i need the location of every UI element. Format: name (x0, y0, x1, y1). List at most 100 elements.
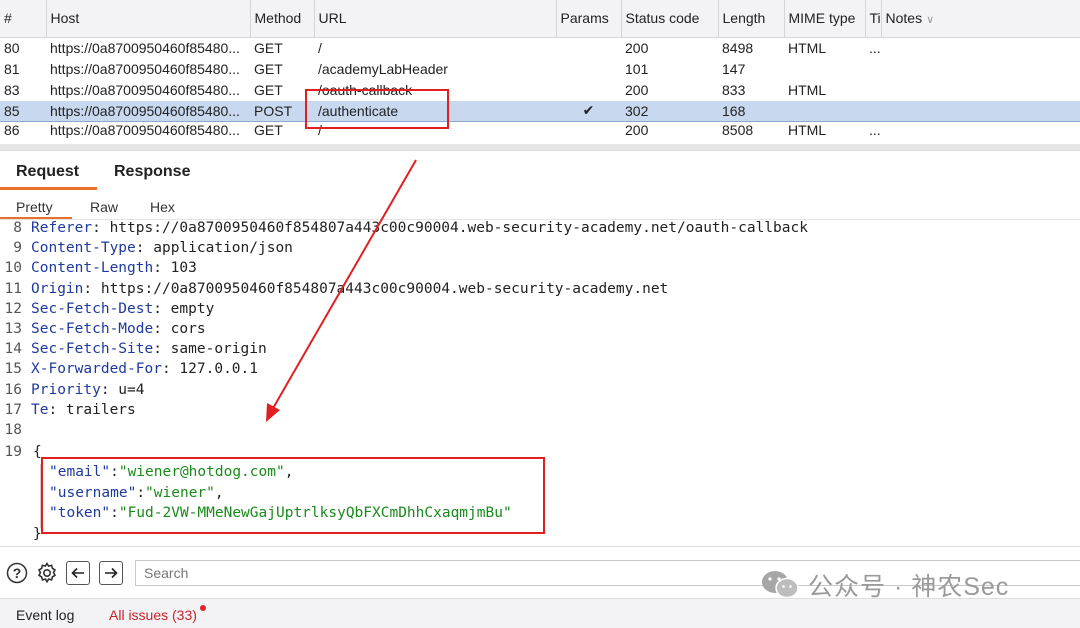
header-line: Referer: https://0a8700950460f854807a443… (31, 220, 808, 236)
row-params: ✔ (556, 99, 621, 122)
row-method: GET (250, 58, 314, 80)
row-notes (881, 99, 1080, 122)
row-mime-type: HTML (784, 121, 865, 139)
row-mime-type: HTML (784, 37, 865, 59)
row-host: https://0a8700950460f85480... (46, 79, 250, 101)
row-length: 147 (718, 58, 784, 80)
wechat-icon (762, 571, 799, 599)
column-header-mime-type[interactable]: MIME type (784, 0, 866, 38)
row-ti (865, 99, 881, 122)
column-header-status-code[interactable]: Status code (621, 0, 719, 38)
column-header-params[interactable]: Params (556, 0, 622, 38)
tab-request[interactable]: Request (16, 163, 79, 181)
all-issues-button[interactable]: All issues (33) (109, 607, 197, 623)
row-mime-type (784, 99, 865, 122)
row-number: 83 (0, 79, 46, 101)
header-name: Priority (31, 381, 101, 398)
header-value: 103 (161, 260, 197, 277)
column-header-number[interactable]: # (0, 0, 47, 38)
row-notes (881, 37, 1080, 59)
column-header-url[interactable]: URL (314, 0, 557, 38)
row-ti: ... (865, 121, 881, 139)
table-row[interactable]: 86 https://0a8700950460f85480... GET/200 85… (0, 121, 1080, 139)
header-value: application/json (144, 240, 293, 257)
row-number: 81 (0, 58, 46, 80)
header-line: Content-Length: 103 (31, 260, 197, 277)
header-line: Content-Type: application/json (31, 240, 293, 257)
tab-hex[interactable]: Hex (150, 199, 175, 215)
column-header-notes[interactable]: Notes ∨ (881, 0, 1080, 38)
header-value: https://0a8700950460f854807a443c00c90004… (92, 280, 669, 297)
row-length: 8508 (718, 121, 784, 139)
header-line: X-Forwarded-For: 127.0.0.1 (31, 361, 258, 378)
table-row[interactable]: 83 https://0a8700950460f85480... GET/oauth… (0, 79, 1080, 101)
row-url: / (314, 37, 556, 59)
table-header: # Host Method URL Params Status code Len… (0, 0, 1080, 38)
row-url: /academyLabHeader (314, 58, 556, 80)
header-name: Sec-Fetch-Dest (31, 300, 154, 317)
line-number: 12 (4, 300, 22, 317)
line-number: 15 (4, 361, 22, 378)
header-value: 127.0.0.1 (170, 361, 258, 378)
annotation-box-authenticate (305, 89, 449, 129)
event-log-button[interactable]: Event log (16, 607, 74, 623)
row-notes (881, 79, 1080, 101)
column-header-host[interactable]: Host (46, 0, 251, 38)
message-tabs: Request Response (0, 150, 1080, 190)
line-number: 19 (4, 444, 22, 461)
row-ti: ... (865, 37, 881, 59)
view-mode-tabs: Pretty Raw Hex (0, 190, 1080, 220)
table-row[interactable]: 80 https://0a8700950460f85480... GET/ 200 84… (0, 37, 1080, 59)
row-mime-type: HTML (784, 79, 865, 101)
row-host: https://0a8700950460f85480... (46, 99, 250, 122)
table-row[interactable]: 85 https://0a8700950460f85480... POST/auth… (0, 99, 1080, 122)
tab-response[interactable]: Response (114, 163, 190, 181)
row-status-code: 101 (621, 58, 718, 80)
row-length: 8498 (718, 37, 784, 59)
line-number: 14 (4, 341, 22, 358)
header-name: X-Forwarded-For (31, 361, 162, 378)
annotation-box-json-body (41, 457, 545, 534)
row-params (556, 37, 621, 59)
header-name: Referer (31, 220, 93, 236)
tab-raw[interactable]: Raw (90, 199, 118, 215)
row-number: 85 (0, 99, 46, 122)
row-length: 168 (718, 99, 784, 122)
line-number: 10 (4, 260, 22, 277)
column-header-method[interactable]: Method (250, 0, 315, 38)
table-row[interactable]: 81 https://0a8700950460f85480... GET/acade… (0, 58, 1080, 80)
header-name: Content-Type (31, 240, 136, 257)
header-line: Priority: u=4 (31, 381, 145, 398)
line-number: 18 (4, 422, 22, 438)
row-params (556, 121, 621, 139)
issues-notification-dot (200, 605, 206, 611)
row-status-code: 302 (621, 99, 718, 122)
gear-icon[interactable] (35, 561, 59, 585)
header-value: same-origin (161, 341, 267, 358)
header-value: https://0a8700950460f854807a443c00c90004… (100, 220, 808, 236)
svg-text:?: ? (13, 565, 22, 581)
active-subtab-underline (0, 217, 72, 219)
column-header-notes-label: Notes (885, 10, 923, 27)
line-number: 17 (4, 401, 22, 418)
tab-pretty[interactable]: Pretty (16, 199, 53, 215)
header-line: Origin: https://0a8700950460f854807a443c… (31, 280, 669, 297)
header-line: Te: trailers (31, 401, 136, 418)
row-status-code: 200 (621, 37, 718, 59)
row-ti (865, 79, 881, 101)
row-params (556, 79, 621, 101)
back-arrow-icon[interactable] (66, 561, 90, 585)
help-icon[interactable]: ? (5, 561, 29, 585)
row-status-code: 200 (621, 121, 718, 139)
row-number: 86 (0, 121, 46, 139)
line-number: 16 (4, 381, 22, 398)
header-name: Content-Length (31, 260, 154, 277)
column-header-ti[interactable]: Ti (865, 0, 882, 38)
line-number: 13 (4, 321, 22, 337)
forward-arrow-icon[interactable] (99, 561, 123, 585)
column-header-length[interactable]: Length (718, 0, 785, 38)
header-value: empty (161, 300, 215, 317)
row-method: GET (250, 37, 314, 59)
line-number: 8 (13, 220, 22, 236)
row-notes (881, 121, 1080, 139)
